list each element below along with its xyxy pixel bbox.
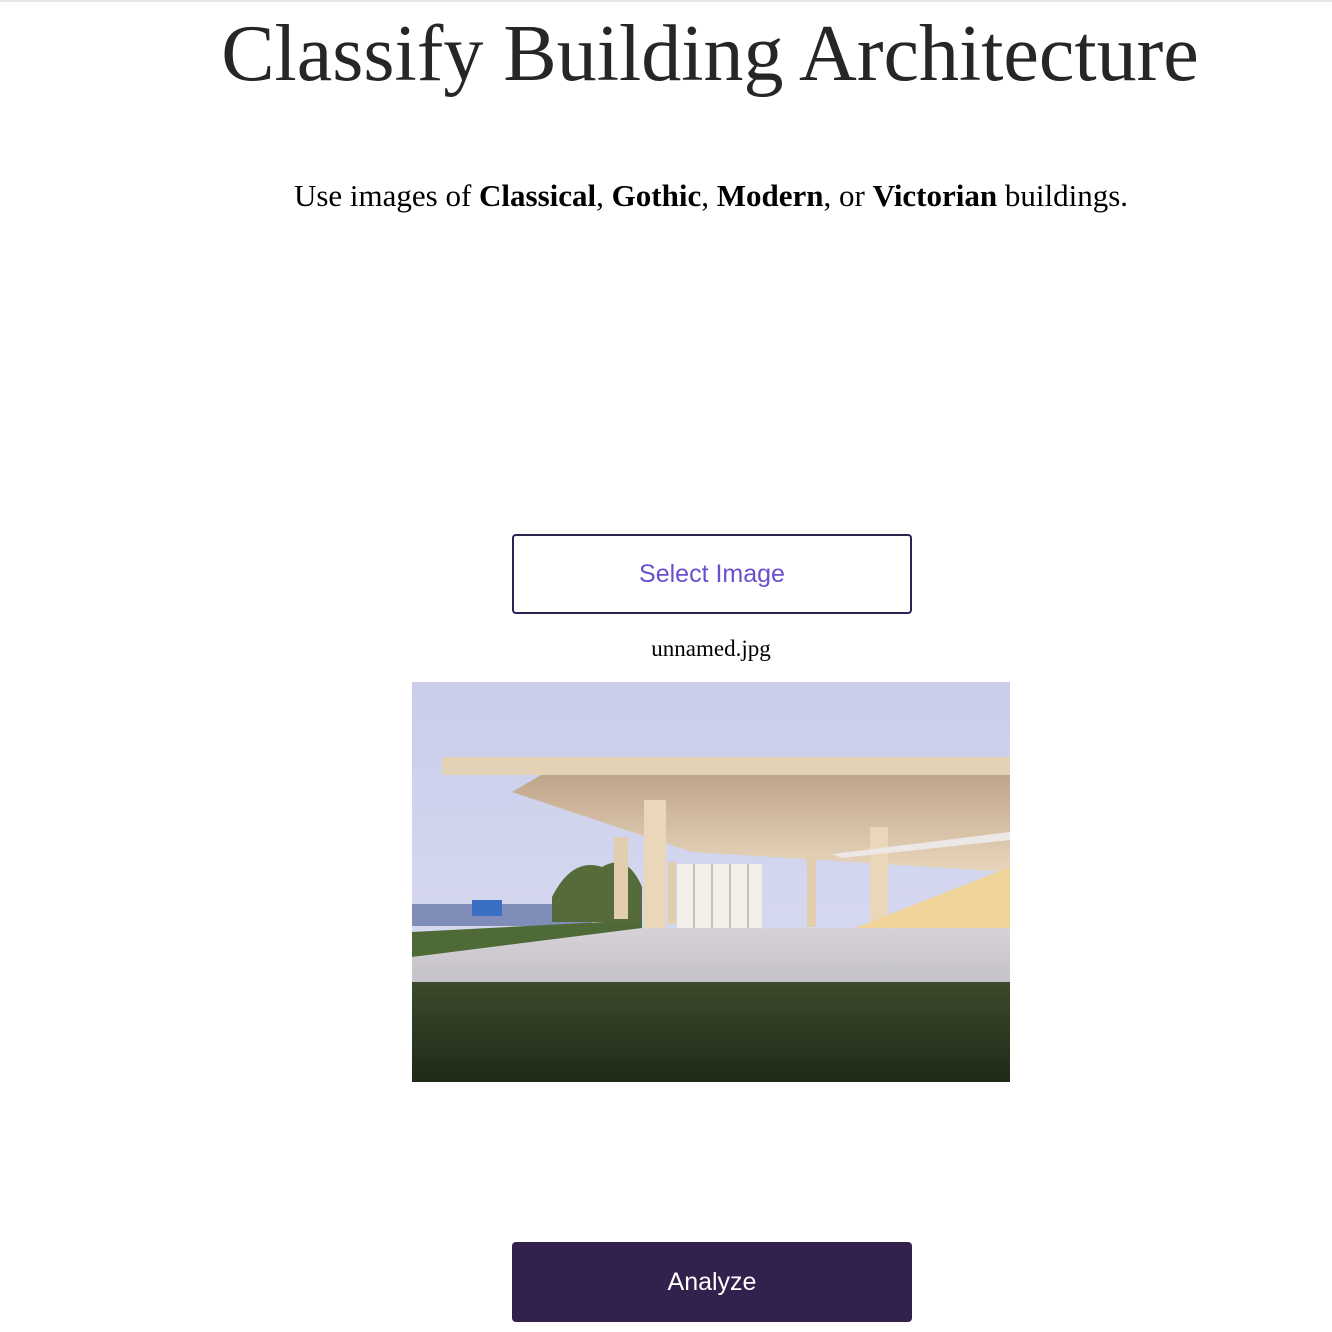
analyze-button[interactable]: Analyze (512, 1242, 912, 1322)
instructions-prefix: Use images of (293, 178, 480, 213)
page-title: Classify Building Architecture (221, 10, 1199, 98)
instructions-suffix: buildings. (997, 178, 1129, 213)
style-victorian: Victorian (872, 178, 998, 213)
selected-file-name: unnamed.jpg (651, 636, 771, 661)
pavilion-photo (412, 682, 1010, 1082)
instructions-separator: , (701, 178, 717, 213)
select-image-button[interactable]: Select Image (512, 534, 912, 614)
instructions-separator: , (596, 178, 612, 213)
style-gothic: Gothic (611, 178, 702, 213)
instructions-text: Use images of Classical, Gothic, Modern,… (0, 176, 1332, 216)
style-classical: Classical (479, 178, 597, 213)
instructions-separator: , or (823, 178, 873, 213)
style-modern: Modern (716, 178, 824, 213)
top-divider (0, 0, 1332, 2)
image-preview (412, 682, 1010, 1082)
